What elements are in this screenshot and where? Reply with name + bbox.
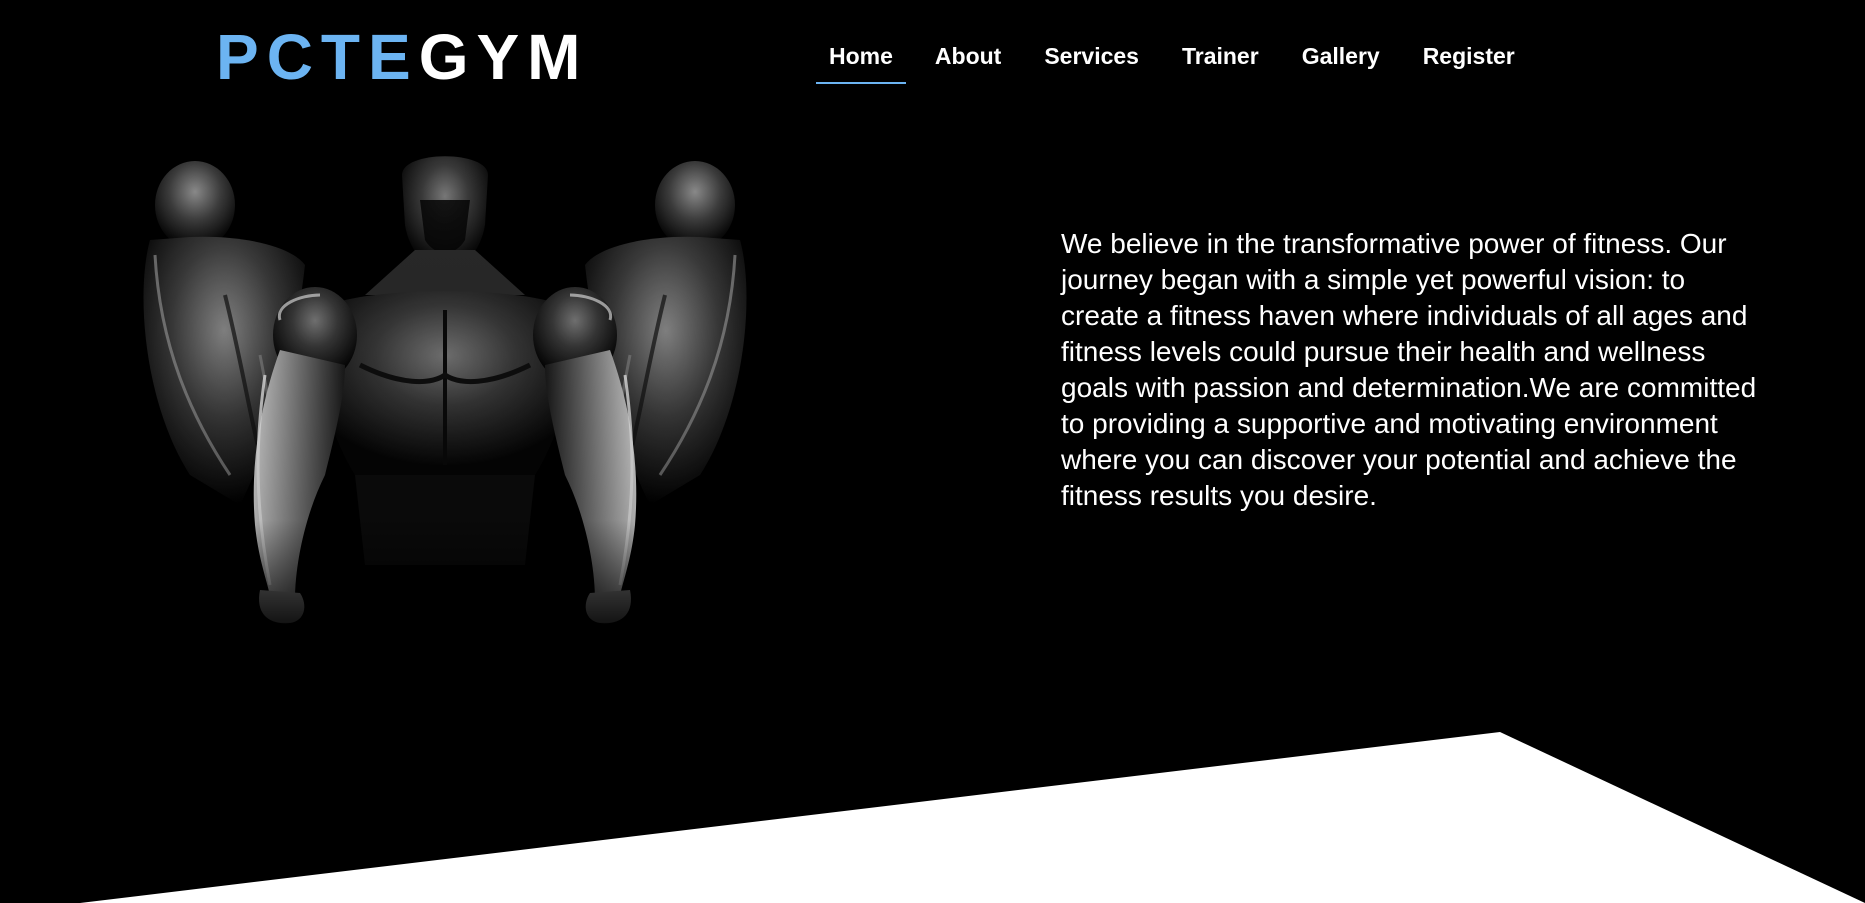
nav-item-services[interactable]: Services <box>1044 40 1139 72</box>
nav-item-home[interactable]: Home <box>816 40 906 84</box>
nav-item-register[interactable]: Register <box>1423 40 1515 72</box>
nav-item-trainer[interactable]: Trainer <box>1182 40 1259 72</box>
hero-bodybuilders-image <box>130 145 760 645</box>
nav-item-gallery[interactable]: Gallery <box>1302 40 1380 72</box>
brand-logo[interactable]: PCTEGYM <box>216 22 588 92</box>
brand-logo-part-pcte: PCTE <box>216 21 419 93</box>
brand-logo-part-gym: GYM <box>418 21 589 93</box>
nav-item-about[interactable]: About <box>935 40 1001 72</box>
main-nav: Home About Services Trainer Gallery Regi… <box>816 40 1515 84</box>
about-paragraph: We believe in the transformative power o… <box>1061 228 1757 511</box>
